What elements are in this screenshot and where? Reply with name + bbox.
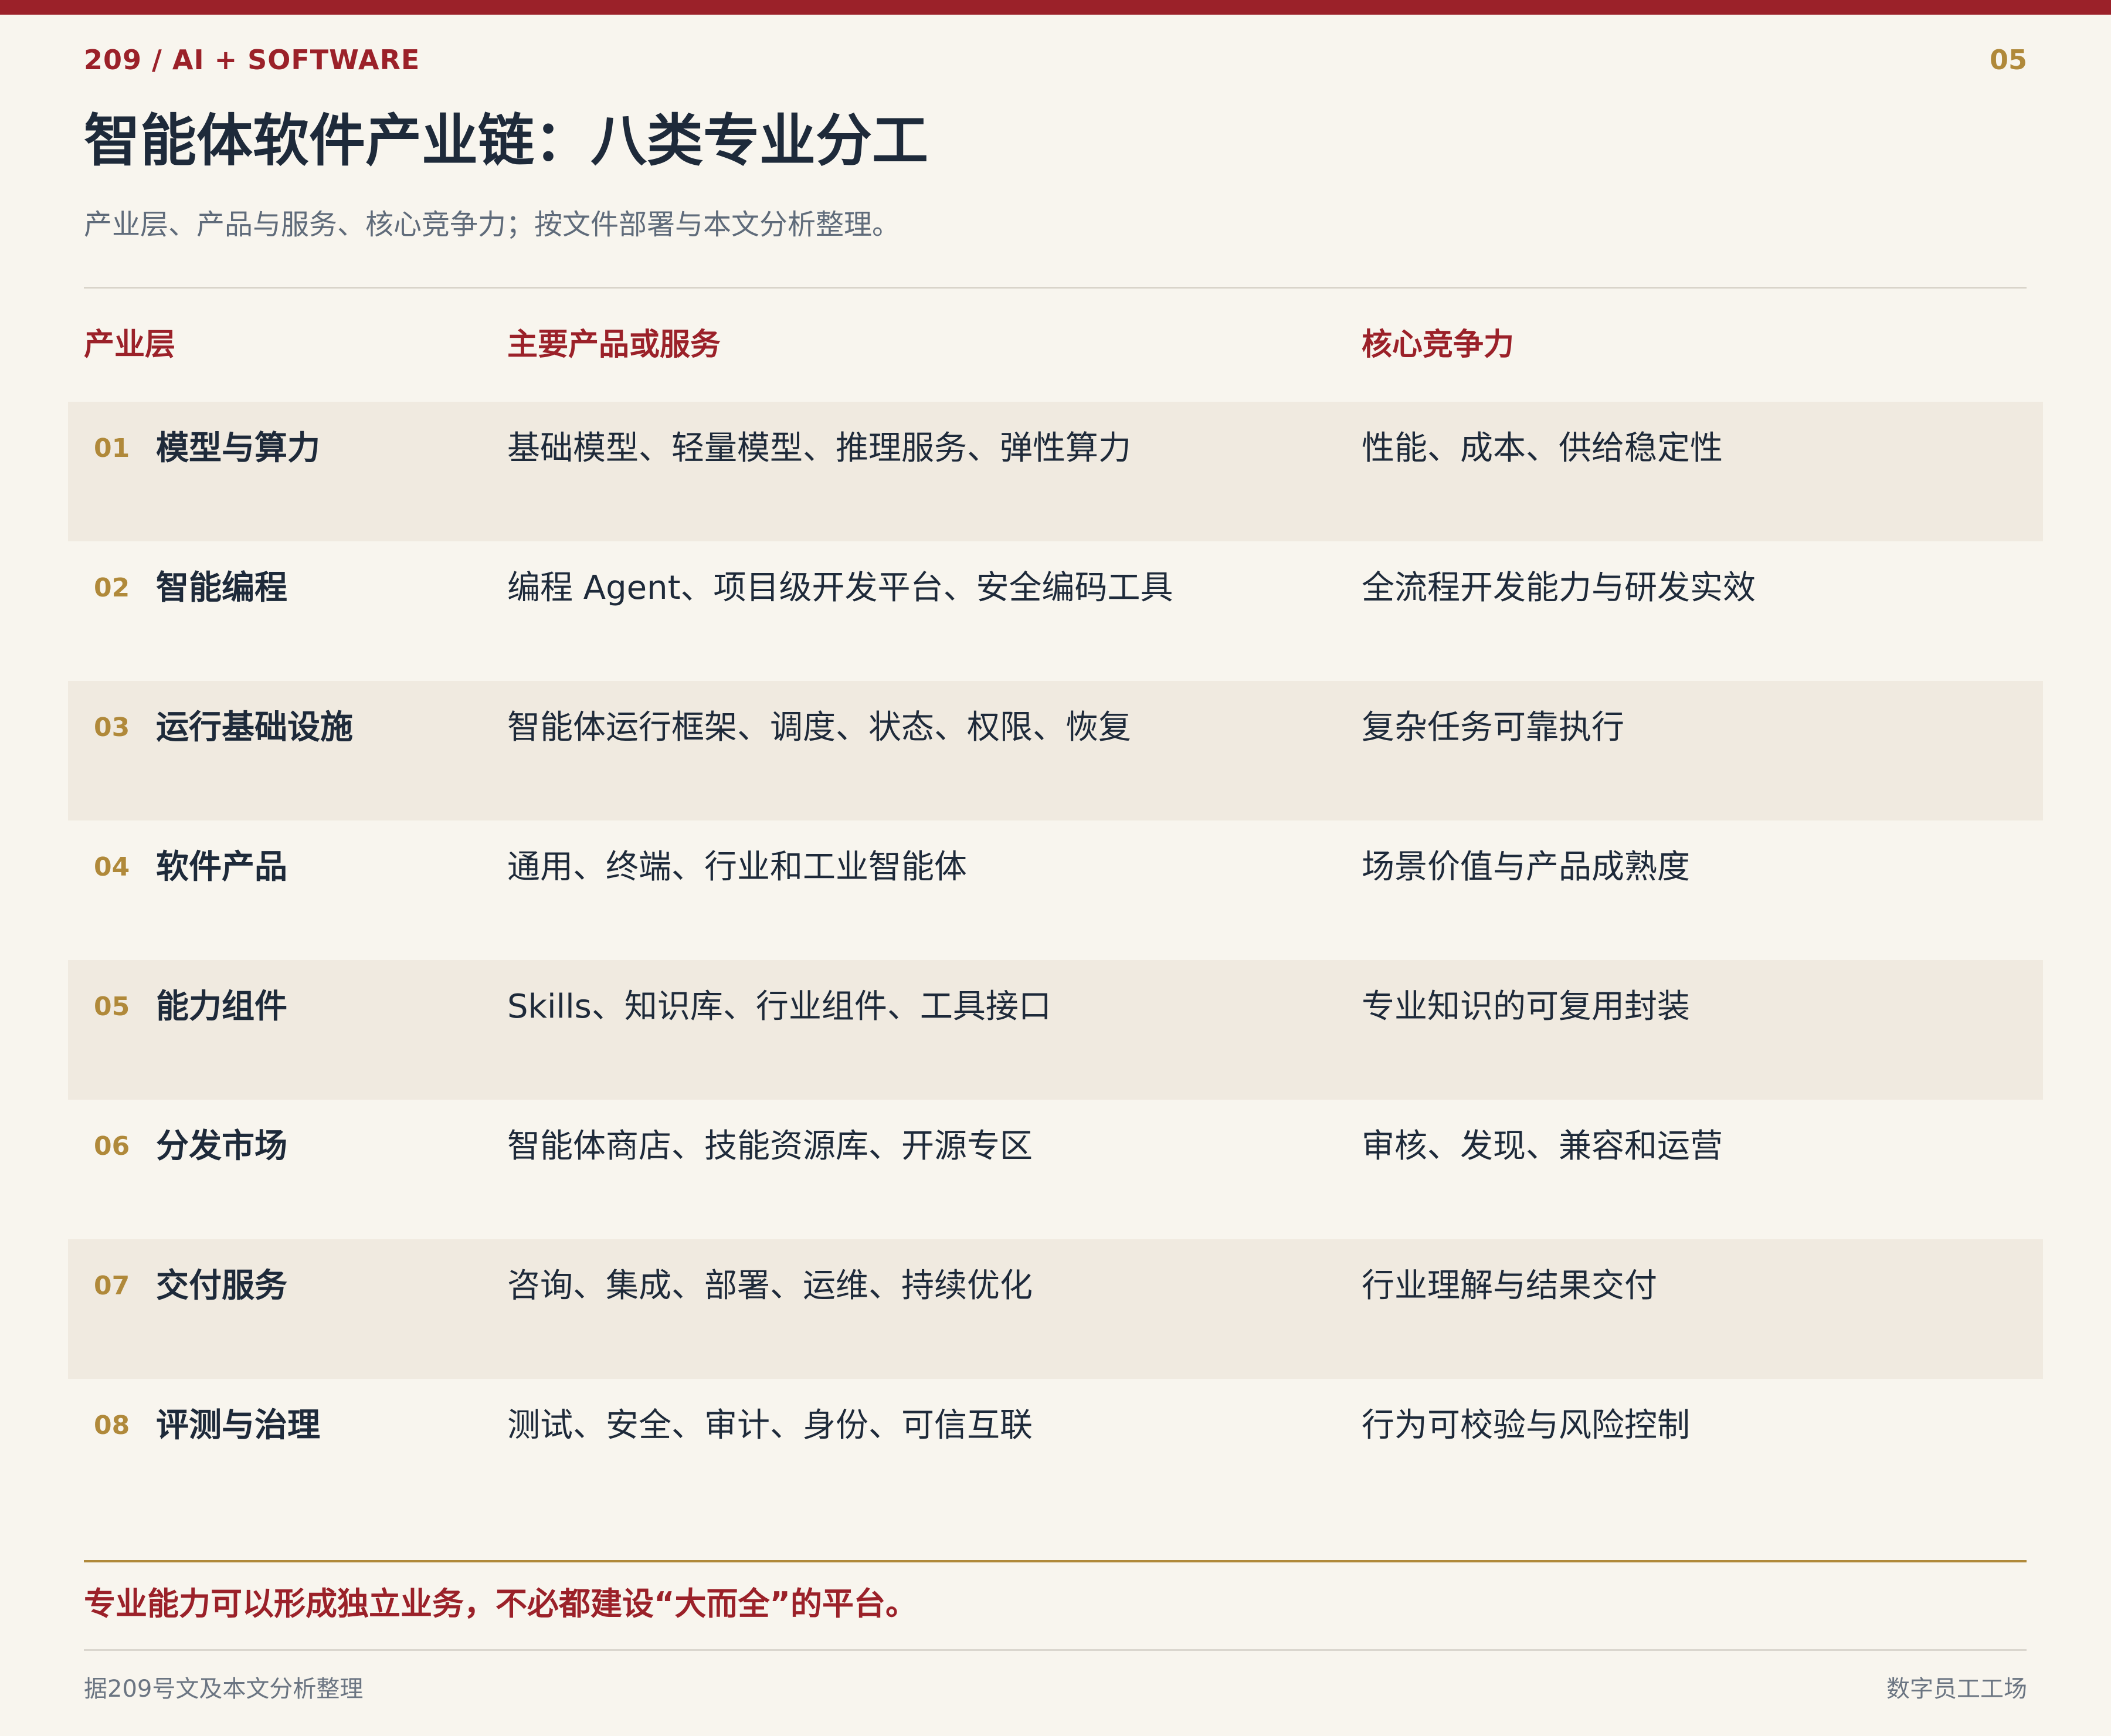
table-row: 04 软件产品 通用、终端、行业和工业智能体 场景价值与产品成熟度	[68, 820, 2043, 960]
table-row: 02 智能编程 编程 Agent、项目级开发平台、安全编码工具 全流程开发能力与…	[68, 541, 2043, 681]
page-number: 05	[1989, 44, 2027, 76]
row-core: 复杂任务可靠执行	[1362, 708, 1624, 747]
row-number: 03	[94, 713, 130, 742]
row-core: 全流程开发能力与研发实效	[1362, 569, 1756, 607]
table-row: 05 能力组件 Skills、知识库、行业组件、工具接口 专业知识的可复用封装	[68, 960, 2043, 1100]
row-product: 智能体运行框架、调度、状态、权限、恢复	[507, 708, 1131, 747]
row-product: 测试、安全、审计、身份、可信互联	[507, 1406, 1033, 1445]
table-row: 06 分发市场 智能体商店、技能资源库、开源专区 审核、发现、兼容和运营	[68, 1100, 2043, 1239]
row-product: 咨询、集成、部署、运维、持续优化	[507, 1267, 1033, 1305]
table-row: 08 评测与治理 测试、安全、审计、身份、可信互联 行为可校验与风险控制	[68, 1379, 2043, 1518]
row-layer: 评测与治理	[156, 1406, 320, 1445]
row-layer: 智能编程	[156, 569, 287, 607]
industry-chain-table: 01 模型与算力 基础模型、轻量模型、推理服务、弹性算力 性能、成本、供给稳定性…	[68, 402, 2043, 1518]
row-core: 性能、成本、供给稳定性	[1362, 429, 1723, 467]
row-product: 通用、终端、行业和工业智能体	[507, 848, 967, 886]
row-product: 基础模型、轻量模型、推理服务、弹性算力	[507, 429, 1131, 467]
page-subtitle: 产业层、产品与服务、核心竞争力；按文件部署与本文分析整理。	[84, 208, 901, 241]
row-number: 08	[94, 1410, 130, 1440]
row-number: 01	[94, 433, 130, 463]
row-core: 行业理解与结果交付	[1362, 1267, 1657, 1305]
row-product: Skills、知识库、行业组件、工具接口	[507, 988, 1051, 1026]
footer-source: 据209号文及本文分析整理	[84, 1676, 364, 1703]
table-row: 01 模型与算力 基础模型、轻量模型、推理服务、弹性算力 性能、成本、供给稳定性	[68, 402, 2043, 541]
row-number: 02	[94, 573, 130, 603]
footer-brand: 数字员工工场	[1886, 1676, 2027, 1703]
column-header-product: 主要产品或服务	[507, 327, 721, 362]
row-number: 05	[94, 992, 130, 1022]
row-layer: 交付服务	[156, 1267, 287, 1305]
conclusion-divider	[84, 1560, 2027, 1562]
conclusion-text: 专业能力可以形成独立业务，不必都建设“大而全”的平台。	[84, 1585, 917, 1622]
table-row: 03 运行基础设施 智能体运行框架、调度、状态、权限、恢复 复杂任务可靠执行	[68, 681, 2043, 820]
row-layer: 分发市场	[156, 1127, 287, 1165]
row-number: 07	[94, 1271, 130, 1301]
row-core: 场景价值与产品成熟度	[1362, 848, 1690, 886]
column-header-core: 核心竞争力	[1362, 327, 1515, 362]
row-layer: 能力组件	[156, 988, 287, 1026]
page-title: 智能体软件产业链：八类专业分工	[84, 108, 928, 174]
row-core: 行为可校验与风险控制	[1362, 1406, 1690, 1445]
row-layer: 模型与算力	[156, 429, 320, 467]
top-accent-bar	[0, 0, 2111, 15]
row-layer: 运行基础设施	[156, 708, 353, 747]
row-product: 编程 Agent、项目级开发平台、安全编码工具	[507, 569, 1173, 607]
section-kicker: 209 / AI + SOFTWARE	[84, 44, 420, 76]
header-divider	[84, 287, 2027, 289]
row-core: 审核、发现、兼容和运营	[1362, 1127, 1723, 1165]
row-product: 智能体商店、技能资源库、开源专区	[507, 1127, 1033, 1165]
footer-divider	[84, 1649, 2027, 1651]
row-layer: 软件产品	[156, 848, 287, 886]
row-core: 专业知识的可复用封装	[1362, 988, 1690, 1026]
column-header-layer: 产业层	[84, 327, 176, 362]
table-row: 07 交付服务 咨询、集成、部署、运维、持续优化 行业理解与结果交付	[68, 1239, 2043, 1379]
row-number: 06	[94, 1131, 130, 1161]
row-number: 04	[94, 852, 130, 882]
